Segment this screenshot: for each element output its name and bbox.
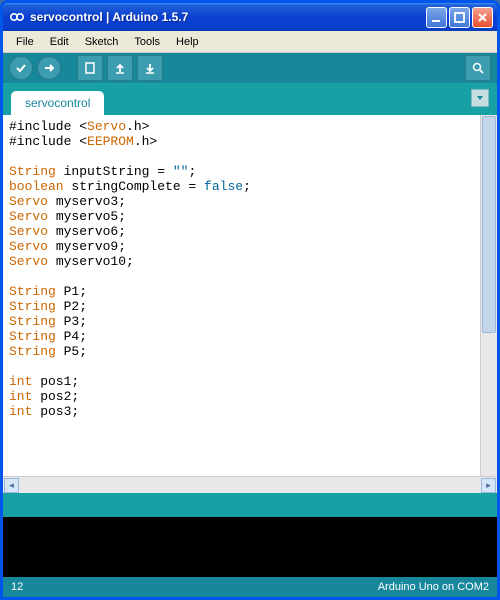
menu-file[interactable]: File	[9, 34, 41, 50]
scroll-right-arrow[interactable]: ▸	[481, 478, 496, 493]
upload-button[interactable]	[37, 56, 61, 80]
new-button[interactable]	[77, 55, 103, 81]
menu-tools[interactable]: Tools	[127, 34, 167, 50]
close-button[interactable]	[472, 7, 493, 28]
menu-help[interactable]: Help	[169, 34, 206, 50]
scroll-left-arrow[interactable]: ◂	[4, 478, 19, 493]
board-port-label: Arduino Uno on COM2	[378, 581, 489, 593]
menu-edit[interactable]: Edit	[43, 34, 76, 50]
scrollbar-thumb[interactable]	[482, 116, 496, 333]
code-editor[interactable]: #include <Servo.h>#include <EEPROM.h> St…	[3, 115, 497, 476]
serial-monitor-button[interactable]	[465, 55, 491, 81]
app-window: servocontrol | Arduino 1.5.7 File Edit S…	[0, 0, 500, 600]
arduino-icon	[9, 9, 25, 25]
window-controls	[426, 7, 493, 28]
minimize-button[interactable]	[426, 7, 447, 28]
editor-area: #include <Servo.h>#include <EEPROM.h> St…	[3, 115, 497, 493]
toolbar	[3, 53, 497, 83]
status-strip	[3, 493, 497, 517]
line-number: 12	[11, 581, 23, 593]
tabbar: servocontrol	[3, 83, 497, 115]
window-title: servocontrol | Arduino 1.5.7	[30, 10, 426, 24]
menubar: File Edit Sketch Tools Help	[3, 31, 497, 53]
titlebar[interactable]: servocontrol | Arduino 1.5.7	[3, 3, 497, 31]
vertical-scrollbar[interactable]	[480, 115, 497, 476]
maximize-button[interactable]	[449, 7, 470, 28]
verify-button[interactable]	[9, 56, 33, 80]
console-output[interactable]	[3, 517, 497, 577]
tabs-dropdown-button[interactable]	[471, 89, 489, 107]
menu-sketch[interactable]: Sketch	[78, 34, 126, 50]
statusbar: 12 Arduino Uno on COM2	[3, 577, 497, 597]
open-button[interactable]	[107, 55, 133, 81]
horizontal-scrollbar[interactable]: ◂ ▸	[3, 476, 497, 493]
save-button[interactable]	[137, 55, 163, 81]
tab-servocontrol[interactable]: servocontrol	[11, 91, 104, 115]
